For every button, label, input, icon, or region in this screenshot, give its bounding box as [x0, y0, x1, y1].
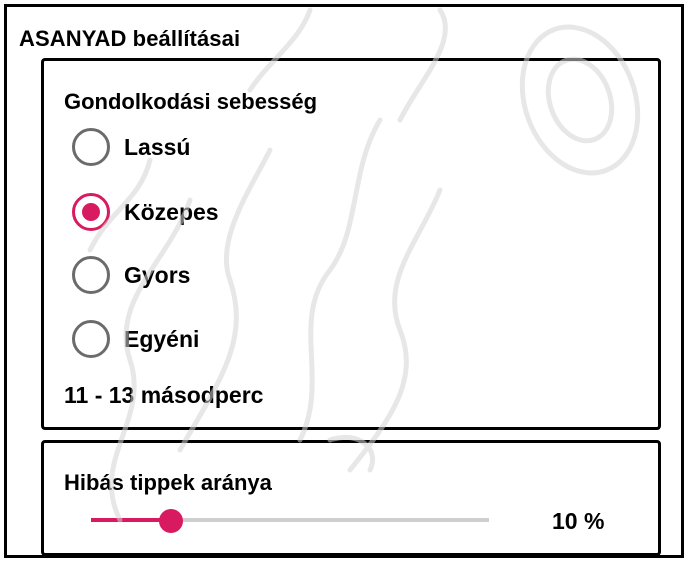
error-rate-slider[interactable] — [91, 505, 489, 535]
thinking-speed-group: Gondolkodási sebesség Lassú Közepes Gyor… — [41, 58, 661, 430]
radio-button[interactable] — [72, 320, 110, 358]
error-rate-title: Hibás tippek aránya — [64, 470, 272, 495]
radio-label: Lassú — [124, 133, 191, 160]
page-title: ASANYAD beállításai — [19, 26, 241, 51]
slider-thumb[interactable] — [158, 509, 183, 533]
radio-label: Egyéni — [124, 325, 200, 352]
radio-option-egyeni[interactable]: Egyéni — [72, 319, 199, 359]
error-rate-value: 10 % — [552, 508, 605, 534]
radio-option-kozepes[interactable]: Közepes — [72, 192, 219, 232]
settings-window: ASANYAD beállításai Gondolkodási sebessé… — [4, 4, 684, 558]
thinking-duration-text: 11 - 13 másodperc — [64, 382, 264, 408]
radio-label: Közepes — [124, 198, 219, 225]
thinking-speed-title: Gondolkodási sebesség — [64, 89, 318, 114]
radio-button[interactable] — [72, 128, 110, 166]
error-rate-group: Hibás tippek aránya 10 % — [41, 440, 661, 556]
radio-label: Gyors — [124, 261, 191, 288]
radio-option-lassu[interactable]: Lassú — [72, 127, 190, 167]
radio-option-gyors[interactable]: Gyors — [72, 255, 190, 295]
radio-button-checked[interactable] — [72, 193, 110, 231]
radio-button[interactable] — [72, 256, 110, 294]
radio-dot — [82, 203, 100, 221]
